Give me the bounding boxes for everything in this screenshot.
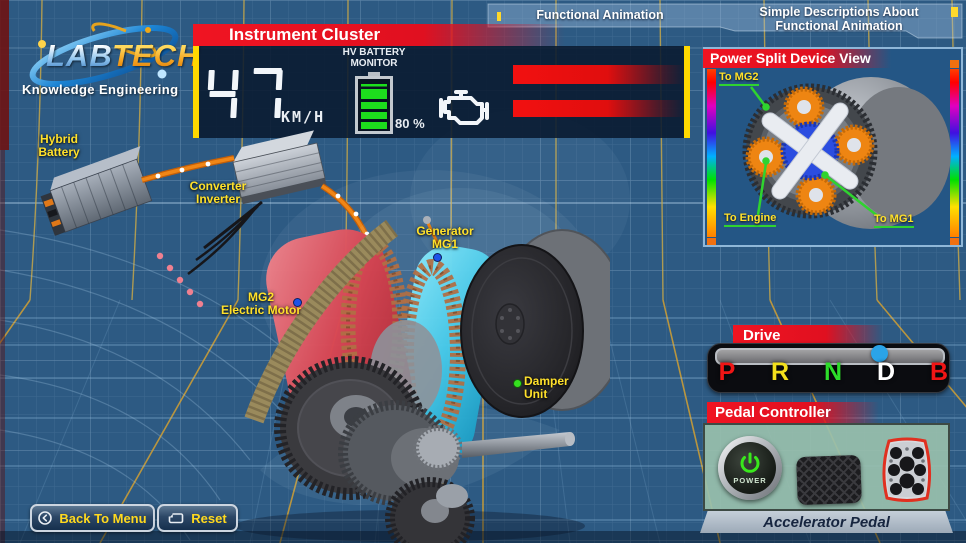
instrument-cluster-title: Instrument Cluster: [193, 24, 565, 46]
label-generator-mg1[interactable]: Generator MG1: [405, 225, 485, 251]
label-to-mg2: To MG2: [719, 71, 759, 86]
gear-b[interactable]: B: [926, 358, 952, 387]
tab-simple-descriptions-line1: Simple Descriptions About: [716, 5, 962, 19]
logo-tagline: Knowledge Engineering: [22, 82, 202, 97]
label-converter-inverter[interactable]: Converter Inverter: [182, 180, 254, 206]
battery-gauge: [355, 72, 393, 134]
label-damper-l2: Unit: [524, 388, 580, 401]
label-mg2-l2: Electric Motor: [218, 304, 304, 317]
pedal-controller-panel: POWER: [703, 423, 950, 511]
engine-warning-icon: [436, 84, 492, 126]
hv-battery-label-line1: HV BATTERY: [328, 47, 420, 58]
gear-r[interactable]: R: [767, 358, 793, 387]
panel-edge-left: [193, 46, 199, 138]
speed-unit: KM/H: [281, 108, 325, 126]
gear-p[interactable]: P: [714, 358, 740, 387]
back-to-menu-button[interactable]: Back To Menu: [30, 504, 155, 532]
power-button-face: POWER: [724, 442, 776, 494]
back-arrow-icon: [38, 511, 52, 525]
label-to-mg1: To MG1: [874, 213, 914, 228]
powertrain-3d-scene[interactable]: [30, 128, 610, 543]
label-generator-l2: MG1: [405, 238, 485, 251]
pedal-caption-text: Accelerator Pedal: [763, 514, 890, 531]
app-root: { "logo": { "lab": "LAB", "tech": "TECH"…: [0, 0, 966, 543]
gear-n[interactable]: N: [820, 358, 846, 387]
gauge-bar-bottom: [513, 100, 685, 117]
label-damper-unit[interactable]: Damper Unit: [524, 375, 580, 401]
power-split-title-text: Power Split Device View: [710, 50, 871, 66]
brake-pedal-texture: [796, 455, 862, 505]
power-button-label: POWER: [733, 476, 766, 485]
hv-battery-label: HV BATTERY MONITOR: [328, 47, 420, 69]
hv-battery-label-line2: MONITOR: [328, 58, 420, 69]
back-to-menu-label: Back To Menu: [59, 511, 146, 526]
gear-selector-panel: P R N D B: [707, 343, 950, 393]
gauge-bar-top: [513, 65, 685, 84]
tab-simple-descriptions-line2: Functional Animation: [716, 19, 962, 33]
tab-simple-descriptions[interactable]: Simple Descriptions About Functional Ani…: [716, 5, 962, 33]
gear-d[interactable]: D: [873, 358, 899, 387]
reset-loop-icon: [168, 512, 184, 525]
power-icon: [738, 451, 762, 475]
counter-gear-model[interactable]: [390, 482, 470, 543]
marker-mg2[interactable]: [293, 298, 302, 307]
panel-edge-right: [684, 46, 690, 138]
drive-label-text: Drive: [743, 327, 781, 344]
label-hybrid-battery[interactable]: Hybrid Battery: [28, 133, 90, 159]
pedal-caption-bar: Accelerator Pedal: [700, 511, 953, 533]
reset-label: Reset: [191, 511, 226, 526]
power-button[interactable]: POWER: [718, 436, 782, 500]
marker-generator-mg1[interactable]: [433, 253, 442, 262]
instrument-cluster-panel: KM/H HV BATTERY MONITOR 80 %: [193, 46, 690, 138]
speed-display: [205, 66, 285, 122]
label-hybrid-battery-l2: Battery: [28, 146, 90, 159]
accelerator-pedal[interactable]: [877, 437, 937, 503]
pedal-controller-title-text: Pedal Controller: [715, 404, 831, 421]
reset-button[interactable]: Reset: [157, 504, 238, 532]
label-mg2-electric-motor[interactable]: MG2 Electric Motor: [218, 291, 304, 317]
label-converter-l2: Inverter: [182, 193, 254, 206]
marker-damper[interactable]: [513, 379, 522, 388]
tab-functional-animation[interactable]: Functional Animation: [488, 8, 712, 22]
instrument-cluster-title-text: Instrument Cluster: [229, 25, 380, 44]
power-split-title: Power Split Device View: [703, 49, 891, 68]
hv-cable-battery-inverter: [142, 158, 234, 180]
pedal-controller-title: Pedal Controller: [707, 402, 879, 424]
label-to-engine: To Engine: [724, 212, 776, 227]
brake-pedal[interactable]: [796, 455, 862, 505]
hybrid-battery-model[interactable]: [36, 146, 159, 236]
